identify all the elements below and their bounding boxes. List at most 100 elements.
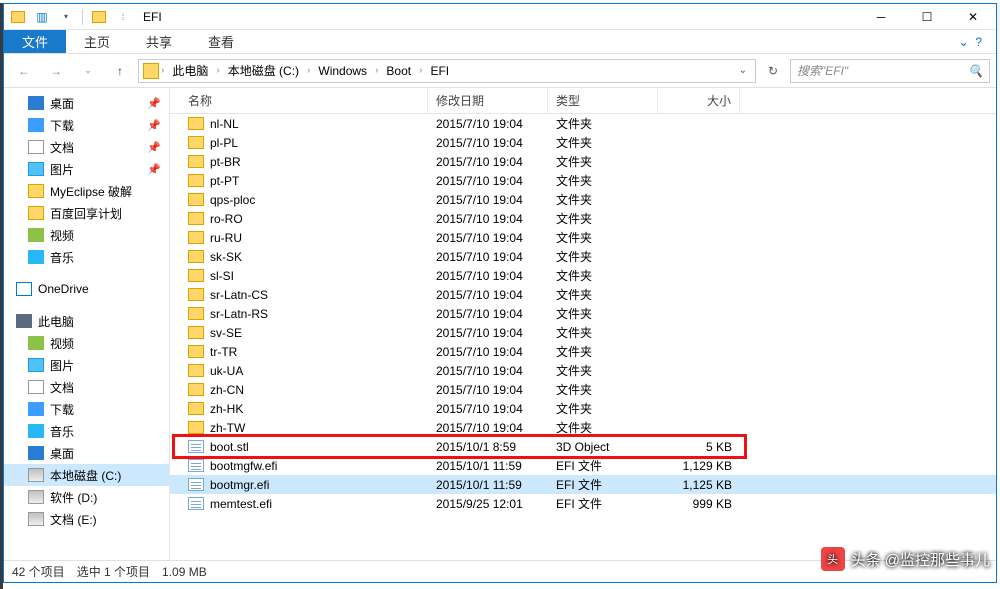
folder-icon xyxy=(188,288,204,301)
drive-icon xyxy=(28,468,44,482)
file-row[interactable]: zh-TW2015/7/10 19:04文件夹 xyxy=(170,418,996,437)
nav-item[interactable]: 文档 (E:) xyxy=(4,508,169,530)
file-list[interactable]: nl-NL2015/7/10 19:04文件夹 pl-PL 2015/7/10 19… xyxy=(170,114,996,560)
file-row[interactable]: ru-RU2015/7/10 19:04文件夹 xyxy=(170,228,996,247)
navigation-pane[interactable]: 桌面📌下载📌文档📌图片📌MyEclipse 破解百度回享计划视频音乐OneDri… xyxy=(4,88,170,560)
titlebar: ▥ ▾ ⁞ EFI ─ ☐ ✕ xyxy=(4,4,996,30)
column-size[interactable]: 大小 xyxy=(658,88,740,113)
nav-item[interactable]: 文档📌 xyxy=(4,136,169,158)
nav-item[interactable]: 视频 xyxy=(4,224,169,246)
up-button[interactable]: ↑ xyxy=(106,57,134,85)
nav-item[interactable]: 软件 (D:) xyxy=(4,486,169,508)
nav-item[interactable]: 图片 xyxy=(4,354,169,376)
file-row[interactable]: ro-RO2015/7/10 19:04文件夹 xyxy=(170,209,996,228)
chevron-right-icon[interactable]: › xyxy=(161,65,164,76)
address-bar[interactable]: › 此电脑 › 本地磁盘 (C:) › Windows › Boot › EFI… xyxy=(138,59,756,83)
maximize-button[interactable]: ☐ xyxy=(904,4,950,30)
file-date: 2015/7/10 19:04 xyxy=(428,250,548,264)
close-button[interactable]: ✕ xyxy=(950,4,996,30)
nav-item-label: 桌面 xyxy=(50,445,74,462)
forward-button[interactable]: → xyxy=(42,57,70,85)
nav-item[interactable]: 桌面📌 xyxy=(4,92,169,114)
nav-item[interactable]: 此电脑 xyxy=(4,310,169,332)
column-type[interactable]: 类型 xyxy=(548,88,658,113)
nav-item[interactable]: 桌面 xyxy=(4,442,169,464)
chevron-right-icon[interactable]: › xyxy=(419,65,422,76)
file-row[interactable]: zh-CN2015/7/10 19:04文件夹 xyxy=(170,380,996,399)
nav-item[interactable]: MyEclipse 破解 xyxy=(4,180,169,202)
nav-item-label: 百度回享计划 xyxy=(50,205,122,222)
file-name: pl-PL xyxy=(210,136,238,150)
music-icon xyxy=(28,424,44,438)
nav-item[interactable]: 下载📌 xyxy=(4,114,169,136)
file-row[interactable]: sl-SI2015/7/10 19:04文件夹 xyxy=(170,266,996,285)
nav-item[interactable]: 音乐 xyxy=(4,246,169,268)
crumb-boot[interactable]: Boot xyxy=(380,64,417,78)
file-row[interactable]: pt-PT2015/7/10 19:04文件夹 xyxy=(170,171,996,190)
nav-item[interactable]: 视频 xyxy=(4,332,169,354)
file-row[interactable]: nl-NL2015/7/10 19:04文件夹 xyxy=(170,114,996,133)
file-type: 文件夹 xyxy=(548,134,658,151)
tab-view[interactable]: 查看 xyxy=(190,30,252,53)
tab-home[interactable]: 主页 xyxy=(66,30,128,53)
crumb-efi[interactable]: EFI xyxy=(424,64,455,78)
tab-file[interactable]: 文件 xyxy=(4,30,66,53)
file-name: tr-TR xyxy=(210,345,237,359)
back-button[interactable]: ← xyxy=(10,57,38,85)
chevron-right-icon[interactable]: › xyxy=(375,65,378,76)
minimize-button[interactable]: ─ xyxy=(858,4,904,30)
folder-icon xyxy=(188,269,204,282)
folder-icon xyxy=(188,364,204,377)
search-icon[interactable]: 🔍 xyxy=(968,64,983,78)
window-title: EFI xyxy=(143,10,162,24)
file-row[interactable]: qps-ploc2015/7/10 19:04文件夹 xyxy=(170,190,996,209)
file-name: sr-Latn-CS xyxy=(210,288,268,302)
file-name: sr-Latn-RS xyxy=(210,307,268,321)
nav-item[interactable]: OneDrive xyxy=(4,278,169,300)
chevron-right-icon[interactable]: › xyxy=(216,65,219,76)
help-icon[interactable]: ? xyxy=(975,35,982,49)
column-date[interactable]: 修改日期 xyxy=(428,88,548,113)
file-row[interactable]: boot.stl2015/10/1 8:593D Object5 KB xyxy=(170,437,996,456)
file-name: uk-UA xyxy=(210,364,243,378)
file-row[interactable]: sk-SK2015/7/10 19:04文件夹 xyxy=(170,247,996,266)
file-row[interactable]: sr-Latn-CS2015/7/10 19:04文件夹 xyxy=(170,285,996,304)
file-type: 文件夹 xyxy=(548,172,658,189)
nav-item[interactable]: 下载 xyxy=(4,398,169,420)
file-row[interactable]: sr-Latn-RS2015/7/10 19:04文件夹 xyxy=(170,304,996,323)
column-name[interactable]: 名称 xyxy=(170,88,428,113)
nav-item[interactable]: 本地磁盘 (C:) xyxy=(4,464,169,486)
recent-dropdown[interactable]: ⌄ xyxy=(74,57,102,85)
properties-icon[interactable]: ▥ xyxy=(34,9,50,25)
refresh-button[interactable]: ↻ xyxy=(760,59,786,83)
file-row[interactable]: uk-UA2015/7/10 19:04文件夹 xyxy=(170,361,996,380)
chevron-right-icon[interactable]: › xyxy=(307,65,310,76)
file-row[interactable]: tr-TR2015/7/10 19:04文件夹 xyxy=(170,342,996,361)
nav-item[interactable]: 百度回享计划 xyxy=(4,202,169,224)
crumb-thispc[interactable]: 此电脑 xyxy=(166,62,214,79)
file-row[interactable]: memtest.efi2015/9/25 12:01EFI 文件999 KB xyxy=(170,494,996,513)
addressbar-dropdown-icon[interactable]: ⌄ xyxy=(735,65,751,76)
file-row[interactable]: bootmgfw.efi2015/10/1 11:59EFI 文件1,129 K… xyxy=(170,456,996,475)
file-row[interactable]: zh-HK2015/7/10 19:04文件夹 xyxy=(170,399,996,418)
tab-share[interactable]: 共享 xyxy=(128,30,190,53)
file-row[interactable]: bootmgr.efi2015/10/1 11:59EFI 文件1,125 KB xyxy=(170,475,996,494)
watermark: 头 头条 @监控那些事儿 xyxy=(821,547,990,571)
nav-item-label: 视频 xyxy=(50,335,74,352)
file-row[interactable]: pt-BR2015/7/10 19:04文件夹 xyxy=(170,152,996,171)
pin-icon: 📌 xyxy=(147,141,161,154)
file-row[interactable]: sv-SE2015/7/10 19:04文件夹 xyxy=(170,323,996,342)
file-name: boot.stl xyxy=(210,440,249,454)
file-date: 2015/7/10 19:04 xyxy=(428,136,548,150)
ribbon-expand[interactable]: ⌄ ? xyxy=(945,30,996,53)
search-input[interactable]: 搜索"EFI" 🔍 xyxy=(790,59,990,83)
file-row[interactable]: pl-PL 2015/7/10 19:04文件夹 xyxy=(170,133,996,152)
qat-dropdown-icon[interactable]: ▾ xyxy=(58,9,74,25)
crumb-drive[interactable]: 本地磁盘 (C:) xyxy=(222,62,305,79)
folder-icon xyxy=(188,155,204,168)
nav-item[interactable]: 文档 xyxy=(4,376,169,398)
nav-item[interactable]: 音乐 xyxy=(4,420,169,442)
crumb-windows[interactable]: Windows xyxy=(312,64,373,78)
nav-item[interactable]: 图片📌 xyxy=(4,158,169,180)
file-type: 文件夹 xyxy=(548,210,658,227)
